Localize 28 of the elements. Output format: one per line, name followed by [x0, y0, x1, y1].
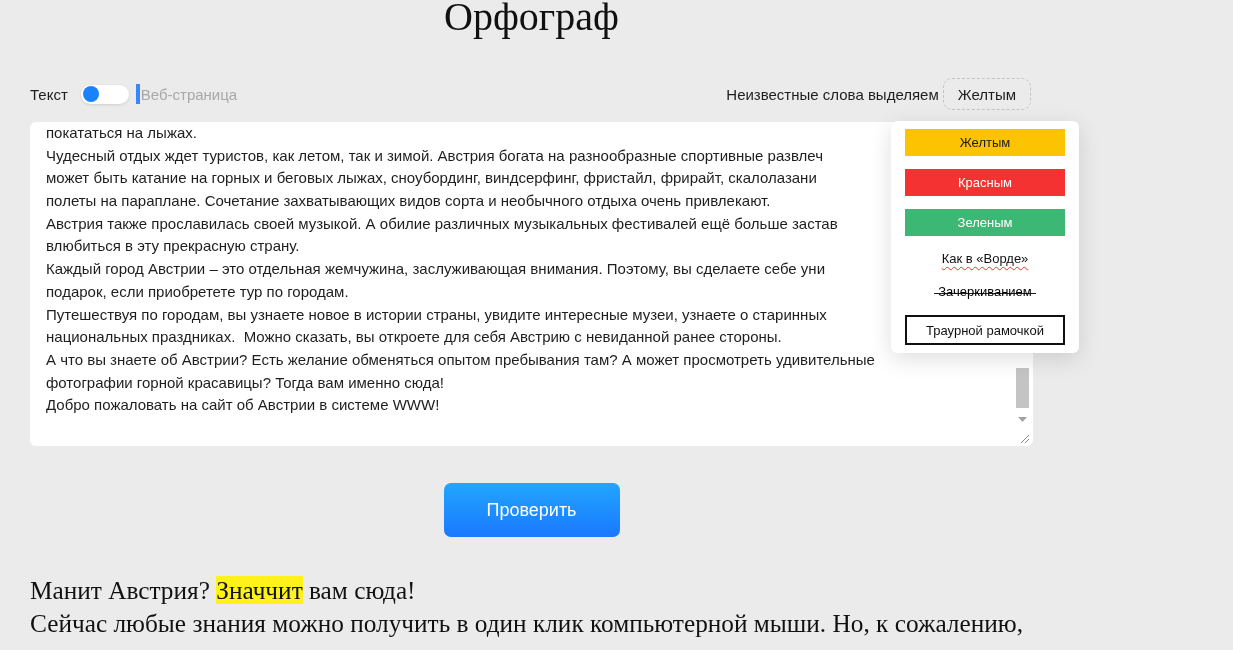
text-line: подарок, если приобретете тур по городам. [46, 282, 349, 300]
scrollbar-thumb[interactable] [1016, 368, 1029, 408]
frame-option[interactable]: Траурной рамочкой [905, 315, 1065, 345]
text-line: Чудесный отдых ждет туристов, как летом, так и зимой. Австрия богата на разнообразные спортивные развлеч [46, 146, 823, 164]
mode-label[interactable]: Текст [30, 85, 68, 103]
result-text-line: Манит Австрия? Значчит вам сюда! [30, 575, 416, 606]
text-line: Путешествуя по городам, вы узнаете новое в истории страны, увидите интересные музеи, узнаете о старинных [46, 305, 827, 323]
picker-label: Неизвестные слова выделяем [726, 85, 939, 103]
text-line: Австрия также прославилась своей музыкой. А обилие различных музыкальных фестивалей ещё больше застав [46, 214, 838, 232]
text-line: Добро пожаловать на сайт об Австрии в системе WWW! [46, 396, 440, 414]
highlight-option[interactable]: Желтым [905, 129, 1065, 156]
text-cursor-icon [135, 84, 140, 104]
mode-toggle-switch[interactable] [80, 84, 129, 104]
text-line: может быть катание на горных и беговых лыжах, сноубординг, виндсерфинг, фристайл, фрирайт, скалолазани [46, 169, 817, 187]
text-line: фотографии горной красавицы? Тогда вам именно сюда! [46, 373, 444, 391]
text-line: влюбиться в эту прекрасную страну. [46, 237, 300, 255]
app-title: Орфограф [444, 0, 619, 37]
resize-grip-icon[interactable] [1020, 434, 1029, 443]
wavy-underline-option[interactable]: Как в «Ворде» [941, 249, 1029, 269]
result-text-line: Сейчас любые знания можно получить в один клик компьютерной мыши. Но, к сожалению, [30, 608, 1023, 639]
highlight-option[interactable]: Красным [905, 169, 1065, 196]
text-line: покататься на лыжах. [46, 124, 197, 141]
highlight-style-dropdown[interactable]: Желтым [942, 78, 1031, 110]
text-line: национальных праздниках. Можно сказать, вы откроете для себя Австрию с невиданной ранее стороны. [46, 328, 782, 346]
text-line: Каждый город Австрии – это отдельная жемчужина, заслуживающая внимания. Поэтому, вы сделаете себе уни [46, 260, 826, 278]
text-line: А что вы знаете об Австрии? Есть желание обменяться опытом пребывания там? А может просмотреть удивительные [46, 350, 875, 368]
scroll-down-arrow-icon[interactable] [1018, 417, 1027, 422]
text-line: полеты на параплане. Сочетание захватывающих видов сорта и необычного отдыха очень привлекают. [46, 192, 771, 210]
